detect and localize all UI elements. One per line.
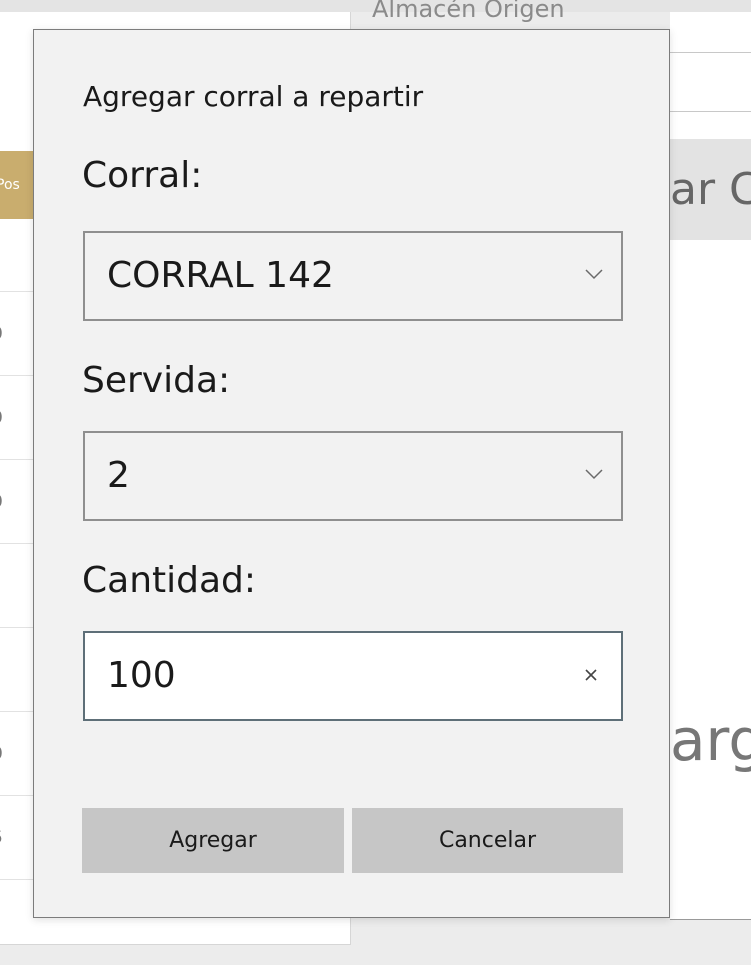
table-header: Pos (0, 151, 36, 219)
chevron-down-icon[interactable] (585, 465, 603, 483)
app-window: Pos 0 0 0 0 5 Almacén Origen ar C arg Ag… (0, 0, 751, 965)
chevron-down-icon[interactable] (585, 265, 603, 283)
table-row: 0 (0, 375, 36, 460)
origin-warehouse-field[interactable] (670, 52, 751, 112)
corral-selected-value: CORRAL 142 (107, 255, 334, 296)
table-row: 0 (0, 459, 36, 544)
table-row (0, 543, 36, 628)
add-button[interactable]: Agregar (82, 808, 344, 873)
background-button[interactable]: ar C (670, 139, 751, 240)
corral-combobox[interactable]: CORRAL 142 (83, 231, 623, 321)
dialog-title: Agregar corral a repartir (83, 80, 424, 113)
table-row (0, 879, 36, 944)
table-row (0, 627, 36, 712)
corral-label: Corral: (82, 155, 203, 196)
close-icon[interactable] (579, 663, 603, 687)
cancel-button[interactable]: Cancelar (352, 808, 623, 873)
table-row: 5 (0, 795, 36, 880)
cantidad-input-value[interactable]: 100 (107, 633, 176, 719)
servida-label: Servida: (82, 360, 231, 401)
cantidad-label: Cantidad: (82, 560, 257, 601)
add-corral-dialog: Agregar corral a repartir Corral: CORRAL… (33, 29, 670, 918)
origin-warehouse-label: Almacén Origen (372, 0, 565, 22)
cantidad-input[interactable]: 100 (83, 631, 623, 721)
table-row: 0 (0, 291, 36, 376)
table-row: 0 (0, 711, 36, 796)
background-heading: arg (670, 706, 751, 774)
servida-combobox[interactable]: 2 (83, 431, 623, 521)
servida-selected-value: 2 (107, 455, 130, 496)
